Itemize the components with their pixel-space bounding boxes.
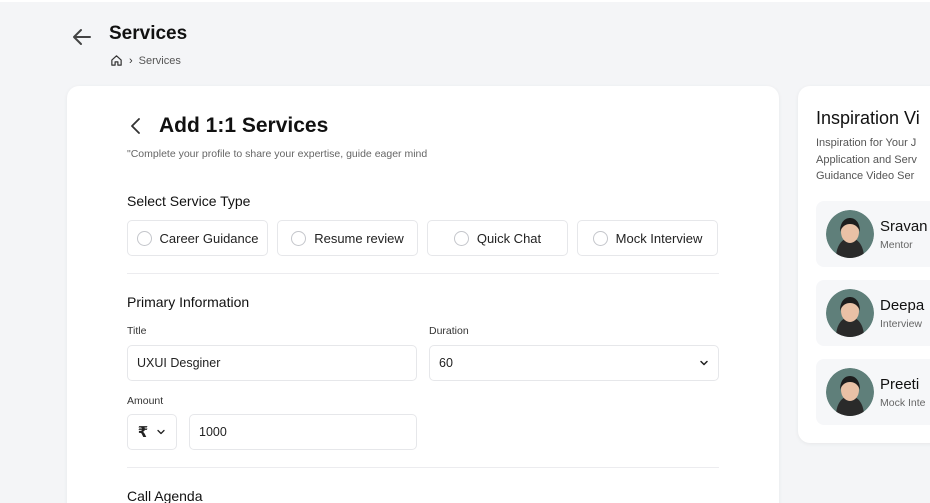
home-icon[interactable]: [110, 54, 123, 67]
amount-value: 1000: [199, 425, 227, 439]
avatar: [826, 210, 874, 258]
title-input[interactable]: UXUI Desginer: [127, 345, 417, 381]
desc-line: Guidance Video Ser: [816, 170, 915, 182]
page-title: Services: [109, 23, 188, 44]
add-service-card: Add 1:1 Services "Complete your profile …: [67, 86, 779, 503]
title-label: Title: [127, 325, 147, 337]
inspiration-description: Inspiration for Your J Application and S…: [816, 135, 930, 185]
inspiration-person-card[interactable]: Deepa Interview: [816, 280, 930, 346]
service-option-mock-interview[interactable]: Mock Interview: [577, 220, 718, 256]
radio-icon: [453, 230, 469, 246]
service-type-heading: Select Service Type: [127, 193, 251, 209]
chevron-left-icon[interactable]: [127, 116, 145, 136]
person-role: Interview: [880, 317, 923, 330]
call-agenda-heading: Call Agenda: [127, 488, 203, 503]
desc-line: Inspiration for Your J: [816, 137, 917, 149]
option-label: Career Guidance: [159, 230, 259, 246]
inspiration-title: Inspiration Vi: [816, 108, 920, 128]
desc-line: Application and Serv: [816, 153, 917, 166]
person-name: Deepa: [880, 296, 925, 314]
person-info: Preeti Mock Inte: [880, 376, 926, 409]
avatar: [826, 289, 874, 337]
person-name: Sravan: [880, 217, 928, 235]
person-name: Preeti: [880, 375, 920, 393]
form-title: Add 1:1 Services: [159, 114, 329, 137]
arrow-left-icon[interactable]: [70, 25, 94, 49]
section-divider: [127, 273, 719, 274]
inspiration-person-card[interactable]: Preeti Mock Inte: [816, 359, 930, 425]
top-bar: [0, 0, 930, 2]
form-subtitle: "Complete your profile to share your exp…: [127, 148, 428, 160]
primary-info-heading: Primary Information: [127, 294, 250, 310]
breadcrumb-separator: ›: [129, 54, 133, 67]
amount-label: Amount: [127, 395, 164, 407]
option-label: Resume review: [314, 230, 404, 246]
currency-select[interactable]: ₹: [127, 414, 177, 450]
person-info: Deepa Interview: [880, 297, 924, 330]
service-type-options: Career Guidance Resume review Quick Chat…: [127, 220, 718, 256]
service-option-resume-review[interactable]: Resume review: [277, 220, 418, 256]
person-info: Sravan Mentor: [880, 218, 928, 251]
radio-icon: [136, 230, 152, 246]
breadcrumb-current: Services: [138, 54, 181, 67]
chevron-down-icon: [157, 429, 165, 435]
person-role: Mentor: [880, 238, 913, 251]
inspiration-card: Inspiration Vi Inspiration for Your J Ap…: [798, 86, 930, 443]
person-role: Mock Inte: [880, 396, 926, 409]
chevron-down-icon: [700, 360, 708, 366]
duration-label: Duration: [429, 325, 469, 337]
avatar: [826, 368, 874, 416]
radio-icon: [592, 230, 608, 246]
breadcrumb: › Services: [110, 54, 181, 67]
service-option-career-guidance[interactable]: Career Guidance: [127, 220, 268, 256]
form-header: Add 1:1 Services: [127, 114, 328, 138]
duration-value: 60: [439, 356, 453, 370]
inspiration-person-card[interactable]: Sravan Mentor: [816, 201, 930, 267]
amount-input[interactable]: 1000: [189, 414, 417, 450]
option-label: Quick Chat: [476, 230, 542, 246]
service-option-quick-chat[interactable]: Quick Chat: [427, 220, 568, 256]
duration-select[interactable]: 60: [429, 345, 719, 381]
radio-icon: [291, 230, 307, 246]
section-divider: [127, 467, 719, 468]
title-value: UXUI Desginer: [137, 356, 221, 370]
option-label: Mock Interview: [615, 230, 703, 246]
rupee-icon: ₹: [137, 424, 149, 441]
